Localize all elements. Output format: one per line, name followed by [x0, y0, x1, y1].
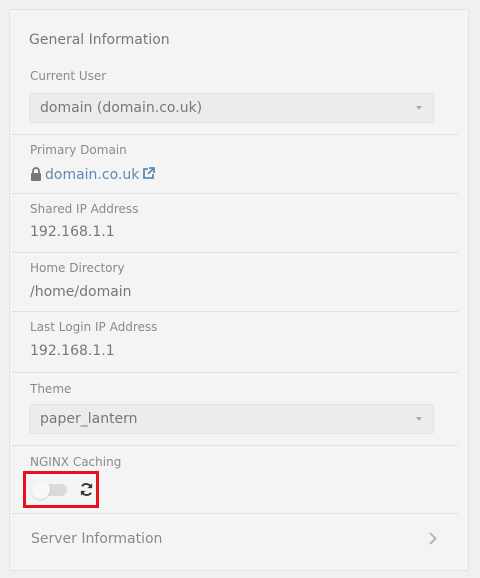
shared-ip-label: Shared IP Address: [30, 202, 139, 216]
home-directory-label: Home Directory: [30, 261, 125, 275]
home-directory-section: Home Directory /home/domain: [12, 252, 458, 312]
primary-domain-link[interactable]: domain.co.uk: [45, 167, 139, 183]
theme-selected: paper_lantern: [40, 411, 138, 427]
last-login-ip-section: Last Login IP Address 192.168.1.1: [12, 311, 458, 373]
chevron-right-icon: [429, 532, 437, 545]
shared-ip-section: Shared IP Address 192.168.1.1: [12, 193, 458, 253]
primary-domain-section: Primary Domain domain.co.uk: [12, 134, 458, 194]
shared-ip-value: 192.168.1.1: [30, 224, 115, 240]
server-information-label: Server Information: [31, 531, 163, 547]
home-directory-value: /home/domain: [30, 284, 132, 300]
current-user-section: Current User domain (domain.co.uk): [12, 60, 458, 135]
primary-domain-row: domain.co.uk: [30, 164, 156, 183]
current-user-selected: domain (domain.co.uk): [40, 100, 203, 116]
lock-icon: [31, 167, 41, 181]
current-user-label: Current User: [30, 69, 107, 83]
theme-section: Theme paper_lantern: [12, 372, 458, 446]
panel-title: General Information: [29, 32, 170, 48]
chevron-down-icon: [416, 106, 422, 110]
highlight-box: [23, 471, 99, 508]
theme-select[interactable]: paper_lantern: [29, 404, 434, 434]
external-link-icon[interactable]: [142, 167, 156, 180]
last-login-ip-value: 192.168.1.1: [30, 343, 115, 359]
current-user-select[interactable]: domain (domain.co.uk): [29, 93, 434, 123]
server-information-row[interactable]: Server Information: [12, 513, 458, 565]
last-login-ip-label: Last Login IP Address: [30, 320, 158, 334]
nginx-caching-label: NGINX Caching: [30, 455, 122, 469]
theme-label: Theme: [30, 382, 72, 396]
chevron-down-icon: [416, 417, 422, 421]
primary-domain-label: Primary Domain: [30, 143, 127, 157]
